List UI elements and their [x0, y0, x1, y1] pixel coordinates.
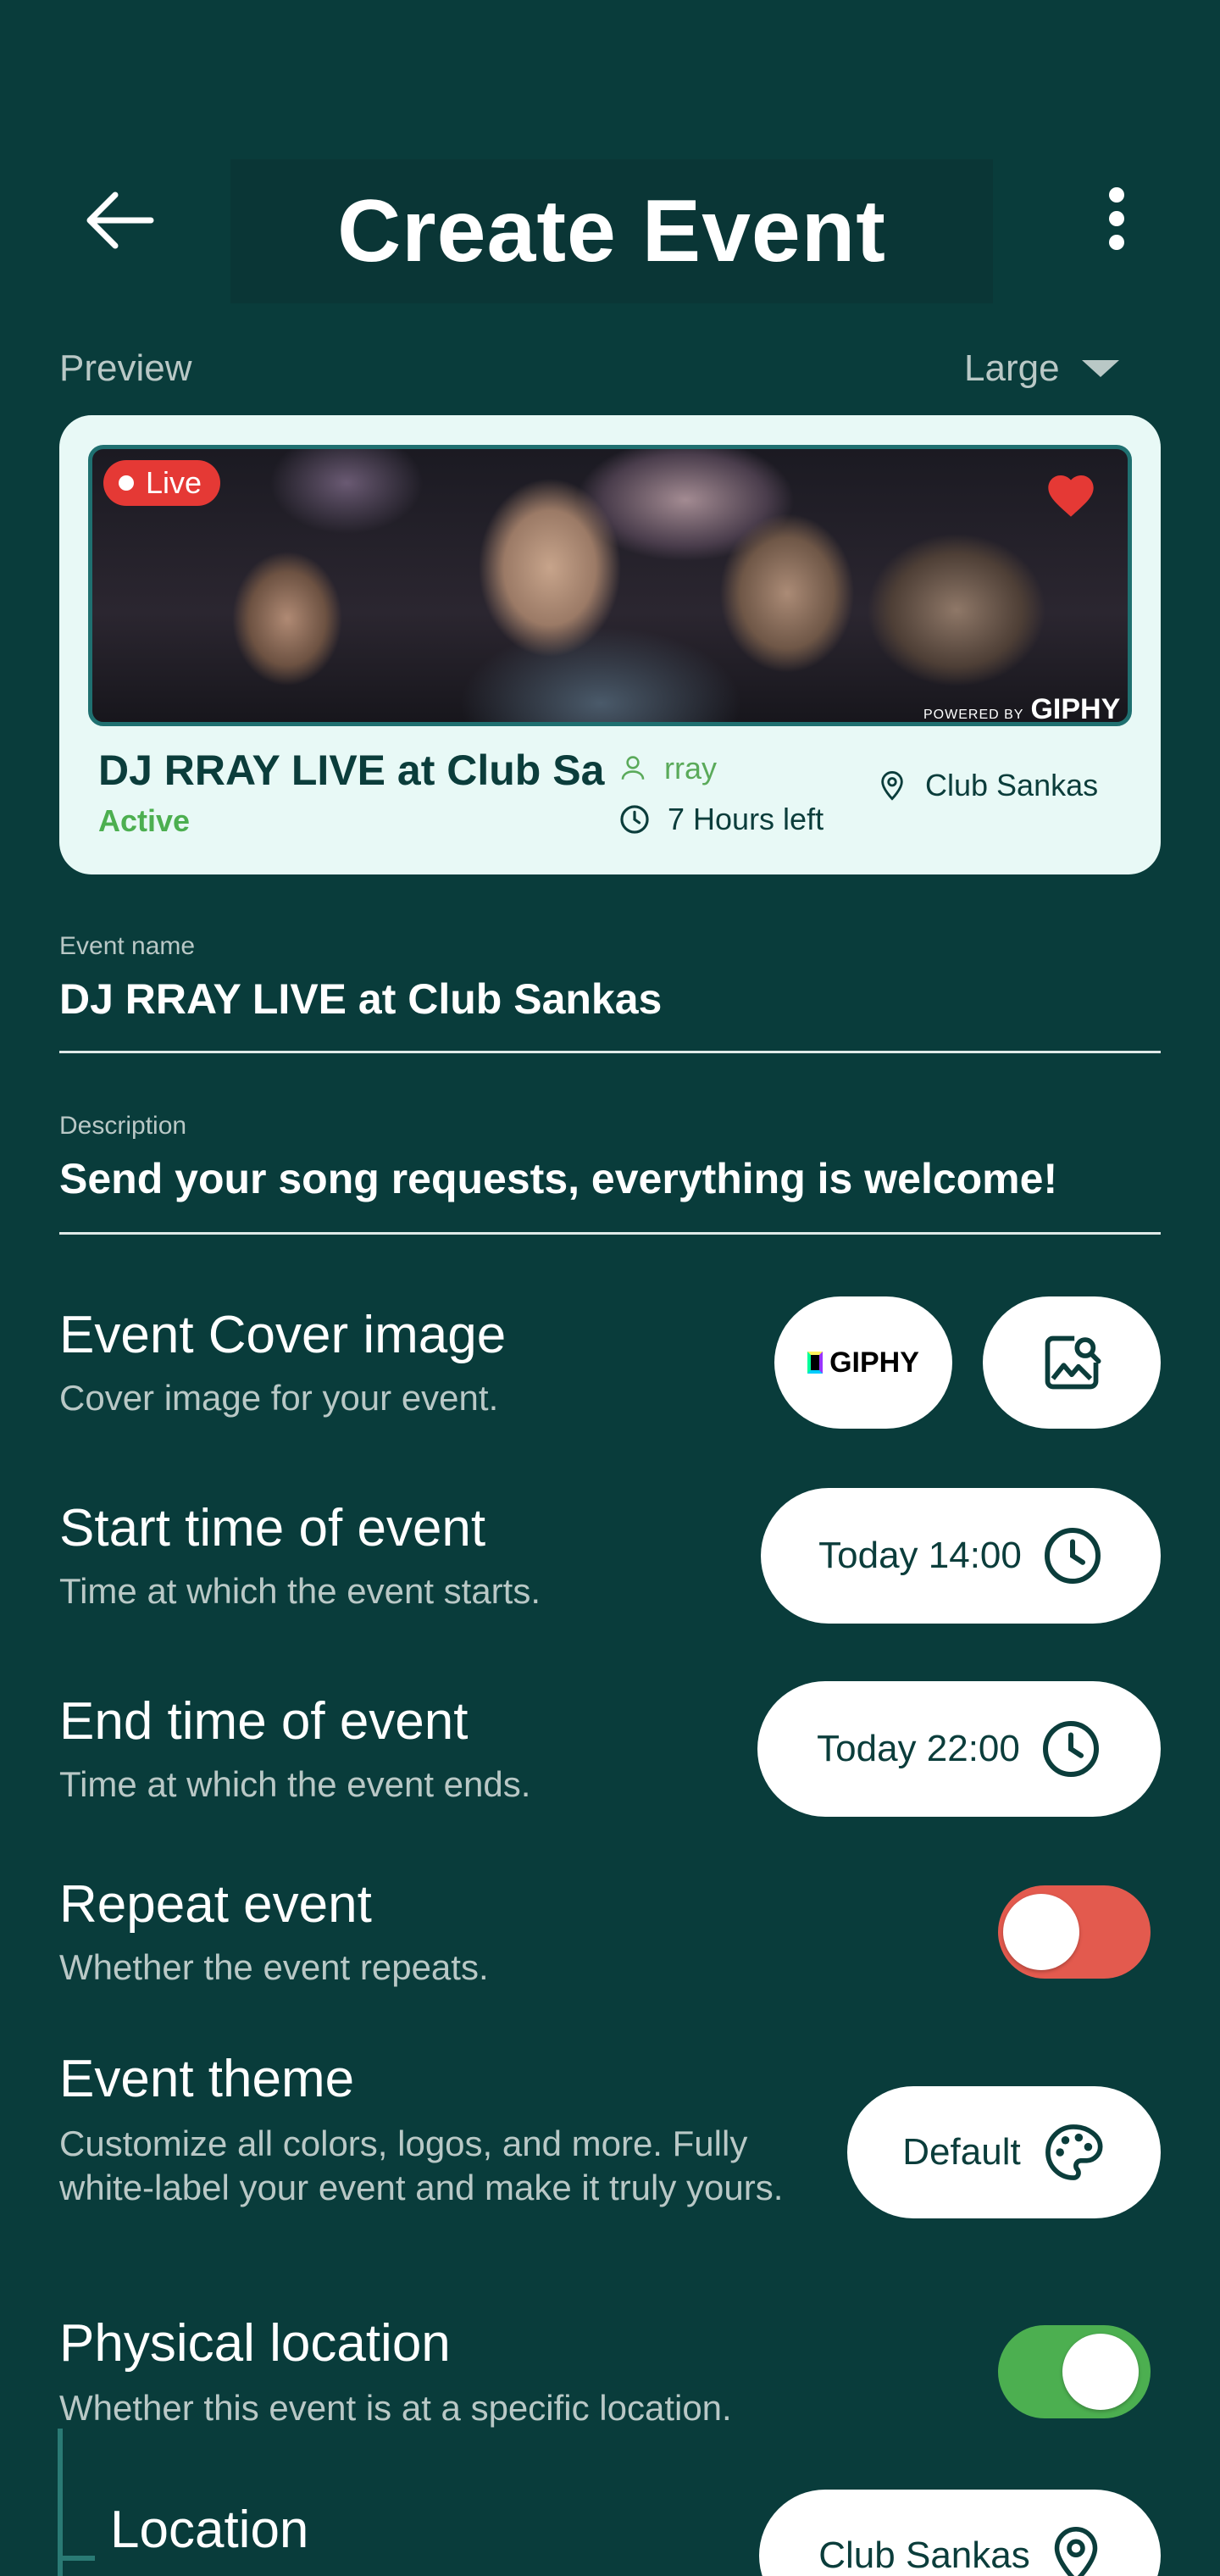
location-pin-icon	[881, 771, 903, 801]
description-input[interactable]: Send your song requests, everything is w…	[59, 1154, 1057, 1203]
card-host: rray	[618, 751, 717, 786]
description-underline	[59, 1232, 1161, 1235]
clock-icon	[620, 805, 649, 834]
more-options-button[interactable]	[1076, 178, 1157, 259]
physical-location-title: Physical location	[59, 2314, 451, 2373]
cover-gif	[88, 445, 1132, 726]
image-search-icon	[1045, 1335, 1101, 1390]
giphy-logo: GIPHY	[807, 1346, 919, 1380]
start-time-title: Start time of event	[59, 1499, 486, 1557]
clock-icon	[1042, 1721, 1099, 1777]
preview-label: Preview	[59, 347, 192, 389]
end-time-title: End time of event	[59, 1692, 469, 1751]
start-time-value: Today 14:00	[818, 1535, 1022, 1576]
palette-icon	[1045, 2124, 1103, 2180]
location-title: Location	[110, 2501, 309, 2559]
cover-image-title: Event Cover image	[59, 1306, 507, 1364]
heart-icon	[1048, 475, 1094, 517]
theme-value: Default	[902, 2131, 1021, 2173]
live-label: Live	[146, 465, 202, 500]
title-bar: Create Event	[230, 159, 993, 303]
more-vertical-icon	[1109, 187, 1124, 250]
location-picker[interactable]: Club Sankas	[759, 2490, 1161, 2576]
favorite-button[interactable]	[1044, 469, 1098, 523]
theme-title: Event theme	[59, 2050, 355, 2108]
event-name-underline	[59, 1051, 1161, 1053]
indent-branch	[58, 2556, 95, 2561]
image-search-button[interactable]	[983, 1296, 1161, 1429]
arrow-left-icon	[86, 192, 154, 249]
start-time-subtitle: Time at which the event starts.	[59, 1571, 541, 1611]
live-badge: Live	[103, 460, 221, 506]
theme-subtitle: Customize all colors, logos, and more. F…	[59, 2124, 784, 2207]
theme-picker[interactable]: Default	[847, 2086, 1161, 2218]
giphy-button[interactable]: GIPHY	[774, 1296, 952, 1429]
user-icon	[621, 756, 645, 780]
live-dot-icon	[119, 475, 134, 491]
card-time-left: 7 Hours left	[618, 802, 824, 837]
cover-image-subtitle: Cover image for your event.	[59, 1378, 499, 1418]
card-event-title: DJ RRAY LIVE at Club Sankas	[98, 747, 607, 794]
end-time-subtitle: Time at which the event ends.	[59, 1764, 531, 1804]
indent-line	[58, 2429, 63, 2576]
end-time-value: Today 22:00	[817, 1728, 1020, 1769]
toggle-knob	[1003, 1894, 1079, 1970]
card-location: Club Sankas	[878, 768, 1098, 803]
preview-size-value: Large	[964, 347, 1060, 389]
repeat-title: Repeat event	[59, 1875, 372, 1934]
back-button[interactable]	[76, 178, 161, 263]
event-name-input[interactable]: DJ RRAY LIVE at Club Sankas	[59, 974, 662, 1024]
dropdown-caret-icon	[1081, 360, 1119, 377]
end-time-picker[interactable]: Today 22:00	[757, 1681, 1161, 1817]
powered-by-giphy: POWERED BY GIPHY	[923, 693, 1121, 725]
start-time-picker[interactable]: Today 14:00	[761, 1488, 1161, 1624]
clock-icon	[1044, 1528, 1101, 1584]
physical-location-subtitle: Whether this event is at a specific loca…	[59, 2388, 732, 2428]
location-value: Club Sankas	[818, 2534, 1030, 2576]
description-label: Description	[59, 1112, 187, 1140]
giphy-mark-icon	[807, 1352, 824, 1374]
repeat-toggle[interactable]	[998, 1885, 1151, 1979]
event-name-label: Event name	[59, 932, 196, 960]
page-title: Create Event	[337, 181, 886, 280]
preview-size-select[interactable]: Large	[964, 347, 1119, 390]
physical-location-toggle[interactable]	[998, 2325, 1151, 2418]
location-pin-icon	[1054, 2527, 1097, 2576]
toggle-knob	[1062, 2334, 1139, 2410]
card-status: Active	[98, 803, 191, 838]
repeat-subtitle: Whether the event repeats.	[59, 1947, 489, 1987]
